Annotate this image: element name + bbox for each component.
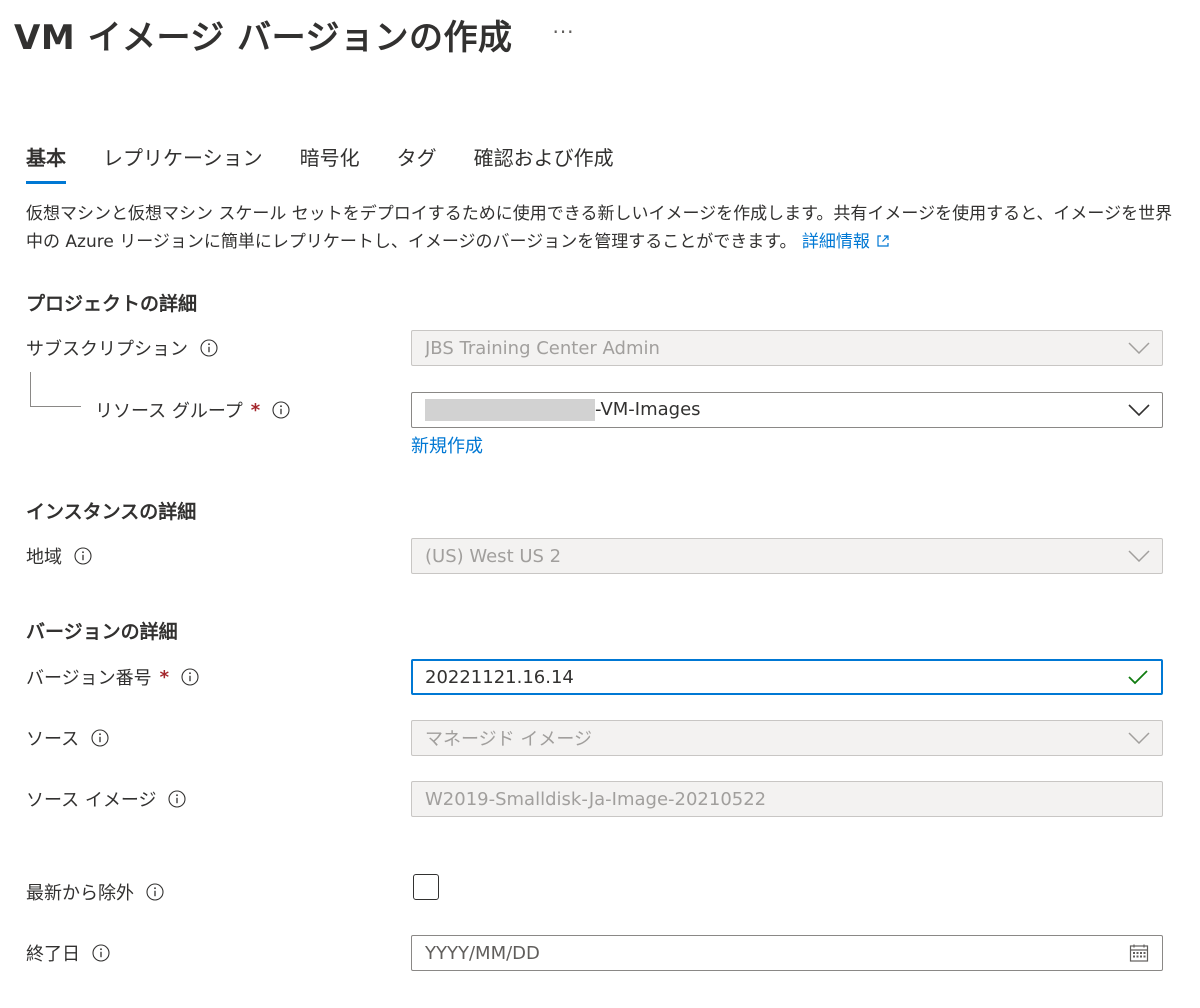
source-dropdown[interactable]: マネージド イメージ	[411, 720, 1163, 756]
version-number-label-text: バージョン番号	[26, 668, 152, 689]
calendar-icon[interactable]	[1128, 942, 1150, 964]
description-text: 仮想マシンと仮想マシン スケール セットをデプロイするために使用できる新しいイメ…	[26, 204, 1173, 252]
version-number-input[interactable]: 20221121.16.14	[411, 659, 1163, 695]
resource-group-value: -VM-Images	[425, 399, 1128, 421]
subscription-label-text: サブスクリプション	[26, 339, 188, 360]
tab-bar: 基本 レプリケーション 暗号化 タグ 確認および作成	[26, 140, 651, 184]
required-marker: *	[159, 666, 170, 688]
version-number-value: 20221121.16.14	[425, 666, 574, 688]
learn-more-link[interactable]: 詳細情報	[802, 232, 890, 252]
version-number-label: バージョン番号 *	[26, 659, 199, 695]
chevron-down-icon	[1128, 399, 1150, 421]
create-new-link[interactable]: 新規作成	[411, 432, 483, 458]
source-image-value: W2019-Smalldisk-Ja-Image-20210522	[425, 788, 767, 810]
tab-review-create[interactable]: 確認および作成	[474, 140, 614, 184]
tab-basics[interactable]: 基本	[26, 140, 66, 184]
chevron-down-icon	[1128, 727, 1150, 749]
title-row: VM イメージ バージョンの作成 ···	[14, 10, 575, 58]
chevron-down-icon	[1128, 545, 1150, 567]
region-label-text: 地域	[26, 547, 62, 568]
resource-group-value-suffix: -VM-Images	[595, 399, 701, 420]
info-icon[interactable]	[181, 668, 199, 686]
section-version-details: バージョンの詳細	[26, 621, 178, 643]
more-actions-button[interactable]: ···	[552, 20, 574, 44]
exclude-latest-checkbox[interactable]	[413, 874, 439, 900]
info-icon[interactable]	[272, 401, 290, 419]
description: 仮想マシンと仮想マシン スケール セットをデプロイするために使用できる新しいイメ…	[26, 200, 1176, 256]
region-label: 地域	[26, 538, 92, 574]
section-instance-details: インスタンスの詳細	[26, 501, 197, 523]
end-date-label-text: 終了日	[26, 944, 80, 965]
resource-group-label-text: リソース グループ	[95, 401, 243, 422]
info-icon[interactable]	[146, 883, 164, 901]
source-image-field[interactable]: W2019-Smalldisk-Ja-Image-20210522	[411, 781, 1163, 817]
region-dropdown[interactable]: (US) West US 2	[411, 538, 1163, 574]
end-date-placeholder: YYYY/MM/DD	[425, 942, 540, 964]
tab-tags[interactable]: タグ	[397, 140, 437, 184]
region-value: (US) West US 2	[425, 545, 562, 567]
info-icon[interactable]	[92, 944, 110, 962]
section-project-details: プロジェクトの詳細	[26, 293, 198, 315]
source-label: ソース	[26, 720, 109, 756]
source-image-label-text: ソース イメージ	[26, 790, 157, 811]
end-date-input[interactable]: YYYY/MM/DD	[411, 935, 1163, 971]
info-icon[interactable]	[74, 547, 92, 565]
info-icon[interactable]	[168, 790, 187, 808]
source-value: マネージド イメージ	[425, 729, 593, 750]
create-vm-image-version-page: VM イメージ バージョンの作成 ··· 基本 レプリケーション 暗号化 タグ …	[0, 0, 1200, 1008]
redacted-block	[425, 399, 595, 421]
source-label-text: ソース	[26, 729, 80, 750]
subscription-dropdown[interactable]: JBS Training Center Admin	[411, 330, 1163, 366]
info-icon[interactable]	[200, 339, 218, 357]
chevron-down-icon	[1128, 337, 1150, 359]
subscription-label: サブスクリプション	[26, 330, 218, 366]
tree-connector	[30, 372, 81, 407]
tab-replication[interactable]: レプリケーション	[103, 140, 263, 184]
source-image-label: ソース イメージ	[26, 781, 187, 817]
resource-group-dropdown[interactable]: -VM-Images	[411, 392, 1163, 428]
checkmark-icon	[1127, 666, 1149, 688]
info-icon[interactable]	[91, 729, 109, 747]
required-marker: *	[250, 399, 261, 421]
end-date-label: 終了日	[26, 935, 110, 971]
resource-group-label: リソース グループ *	[95, 392, 290, 428]
tab-encryption[interactable]: 暗号化	[300, 140, 360, 184]
subscription-value: JBS Training Center Admin	[425, 337, 660, 359]
exclude-latest-label: 最新から除外	[26, 874, 164, 910]
external-link-icon	[877, 235, 889, 247]
exclude-latest-label-text: 最新から除外	[26, 883, 134, 904]
learn-more-label: 詳細情報	[801, 232, 870, 252]
page-title: VM イメージ バージョンの作成	[14, 17, 513, 58]
